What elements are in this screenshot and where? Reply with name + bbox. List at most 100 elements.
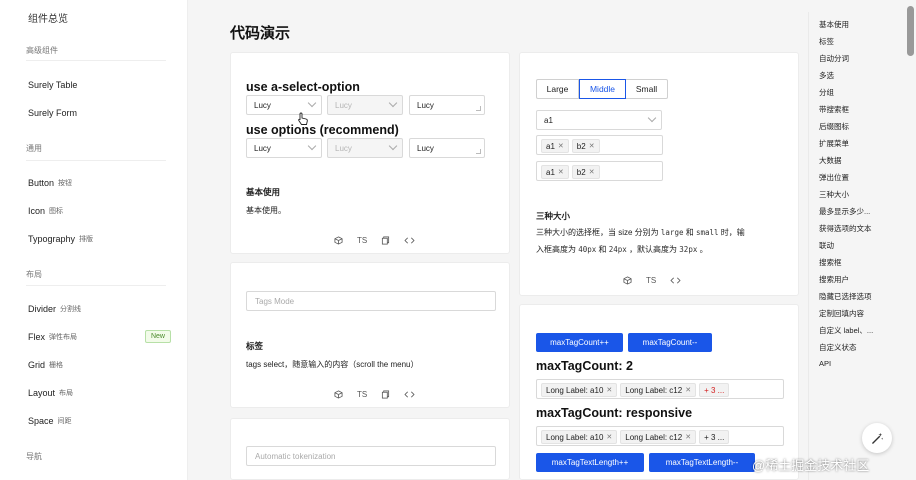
toc-item[interactable]: 标签 <box>819 36 834 47</box>
size-radio-group: Large Middle Small <box>536 79 668 99</box>
toc-item[interactable]: 分组 <box>819 87 834 98</box>
sidebar-item-zh: 排版 <box>79 236 94 243</box>
toc-item[interactable]: 后缀图标 <box>819 121 849 132</box>
close-icon[interactable]: ✕ <box>558 142 564 150</box>
desc-text: 。 <box>699 245 708 254</box>
toc-item[interactable]: 带搜索框 <box>819 104 849 115</box>
toc-item[interactable]: 自定义 label、... <box>819 325 873 336</box>
copy-icon[interactable] <box>381 236 390 245</box>
sidebar-item-space[interactable]: Space 间距 <box>28 416 72 426</box>
toc-item[interactable]: 弹出位置 <box>819 172 849 183</box>
code-expand-icon[interactable] <box>670 276 681 285</box>
divider <box>26 60 166 61</box>
sidebar-item-grid[interactable]: Grid 栅格 <box>28 360 63 370</box>
sidebar-item-label: Surely Form <box>28 108 78 118</box>
sidebar-item-layout[interactable]: Layout 布局 <box>28 388 73 398</box>
size-middle-button[interactable]: Middle <box>579 79 626 99</box>
multiple-select[interactable]: a1 ✕ b2 ✕ <box>536 135 663 155</box>
chevron-down-icon <box>647 113 657 123</box>
tag-label: Long Label: c12 <box>625 385 683 395</box>
tags-mode-input[interactable]: Tags Mode <box>246 291 496 311</box>
toc-item[interactable]: 隐藏已选择选项 <box>819 291 872 302</box>
sidebar-item-surely-table[interactable]: Surely Table <box>28 80 77 90</box>
sidebar-item-surely-form[interactable]: Surely Form <box>28 108 77 118</box>
max-tag-count-decrease-button[interactable]: maxTagCount-- <box>628 333 712 352</box>
close-icon[interactable]: ✕ <box>606 386 612 394</box>
resize-handle-icon <box>476 106 481 111</box>
copy-icon[interactable] <box>381 390 390 399</box>
sidebar-item-flex[interactable]: Flex 弹性布局 <box>28 332 77 342</box>
size-small-button[interactable]: Small <box>626 79 668 99</box>
sidebar-item-typography[interactable]: Typography 排版 <box>28 234 93 244</box>
toc-item[interactable]: 三种大小 <box>819 189 849 200</box>
close-icon[interactable]: ✕ <box>606 433 612 441</box>
close-icon[interactable]: ✕ <box>589 168 595 176</box>
demo-description: tags select，随意输入的内容（scroll the menu） <box>246 360 419 369</box>
toc-item[interactable]: 联动 <box>819 240 834 251</box>
scrollbar[interactable] <box>907 6 914 56</box>
toc-item[interactable]: 大数据 <box>819 155 842 166</box>
magic-wand-icon <box>871 432 883 444</box>
codesandbox-icon[interactable] <box>623 276 632 285</box>
section-heading: use options (recommend) <box>246 123 399 137</box>
select-lucy-borderless[interactable]: Lucy <box>409 95 485 115</box>
toc-item[interactable]: 自动分词 <box>819 53 849 64</box>
demo-card-tokenization: Automatic tokenization <box>230 418 510 480</box>
tags-select[interactable]: a1 ✕ b2 ✕ <box>536 161 663 181</box>
tag: Long Label: c12 ✕ <box>620 430 697 444</box>
code-expand-icon[interactable] <box>404 390 415 399</box>
ts-toggle[interactable]: TS <box>646 276 656 285</box>
max-tag-count-increase-button[interactable]: maxTagCount++ <box>536 333 623 352</box>
code-expand-icon[interactable] <box>404 236 415 245</box>
close-icon[interactable]: ✕ <box>558 168 564 176</box>
chevron-down-icon <box>388 98 398 108</box>
close-icon[interactable]: ✕ <box>685 386 691 394</box>
demo-description: 基本使用。 <box>246 206 286 215</box>
sidebar-item-label: Flex <box>28 332 46 342</box>
sidebar-item-button[interactable]: Button 按钮 <box>28 178 72 188</box>
max-tag-text-length-decrease-button[interactable]: maxTagTextLength-- <box>649 453 755 472</box>
desc-text: 和 <box>598 245 607 254</box>
sidebar-item-icon[interactable]: Icon 图标 <box>28 206 63 216</box>
max-tag-count-select[interactable]: Long Label: a10 ✕ Long Label: c12 ✕ + 3 ..… <box>536 379 784 399</box>
toc-item[interactable]: 扩展菜单 <box>819 138 849 149</box>
theme-toggle-button[interactable] <box>862 423 892 453</box>
max-tag-count-responsive-select[interactable]: Long Label: a10 ✕ Long Label: c12 ✕ + 3 ..… <box>536 426 784 446</box>
sidebar-overview[interactable]: 组件总览 <box>28 10 68 25</box>
toc-item[interactable]: 最多显示多少... <box>819 206 870 217</box>
toc-item[interactable]: 搜索用户 <box>819 274 849 285</box>
desc-text: ，默认高度为 <box>629 245 678 254</box>
sidebar-item-divider[interactable]: Divider 分割线 <box>28 304 81 314</box>
close-icon[interactable]: ✕ <box>589 142 595 150</box>
select-lucy[interactable]: Lucy <box>246 138 322 158</box>
single-select[interactable]: a1 <box>536 110 662 130</box>
tag: Long Label: c12 ✕ <box>620 383 697 397</box>
toc-item[interactable]: 自定义状态 <box>819 342 857 353</box>
sidebar-item-label: Space <box>28 416 54 426</box>
tokenization-input[interactable]: Automatic tokenization <box>246 446 496 466</box>
group-general: 通用 <box>26 144 42 153</box>
codesandbox-icon[interactable] <box>334 236 343 245</box>
toc-item[interactable]: 基本使用 <box>819 19 849 30</box>
ts-toggle[interactable]: TS <box>357 236 367 245</box>
toc-item[interactable]: API <box>819 359 831 368</box>
ts-toggle[interactable]: TS <box>357 390 367 399</box>
toc-item[interactable]: 定制回填内容 <box>819 308 864 319</box>
select-lucy-borderless[interactable]: Lucy <box>409 138 485 158</box>
demo-card-max-tag-count: maxTagCount++ maxTagCount-- maxTagCount:… <box>519 304 799 480</box>
select-lucy[interactable]: Lucy <box>246 95 322 115</box>
demo-toolbar: TS <box>334 390 415 399</box>
sidebar-item-zh: 图标 <box>49 208 64 215</box>
desc-text: 和 <box>685 228 694 237</box>
toc-item[interactable]: 多选 <box>819 70 834 81</box>
close-icon[interactable]: ✕ <box>685 433 691 441</box>
codesandbox-icon[interactable] <box>334 390 343 399</box>
group-advanced: 高级组件 <box>26 46 58 55</box>
desc-text: 三种大小的选择框，当 size 分别为 <box>536 228 659 237</box>
demo-card-basic: use a-select-option Lucy Lucy Lucy use o… <box>230 52 510 254</box>
toc-item[interactable]: 搜索框 <box>819 257 842 268</box>
toc-item[interactable]: 获得选项的文本 <box>819 223 872 234</box>
more-tags-badge: + 3 ... <box>699 383 730 397</box>
size-large-button[interactable]: Large <box>536 79 579 99</box>
max-tag-text-length-increase-button[interactable]: maxTagTextLength++ <box>536 453 644 472</box>
